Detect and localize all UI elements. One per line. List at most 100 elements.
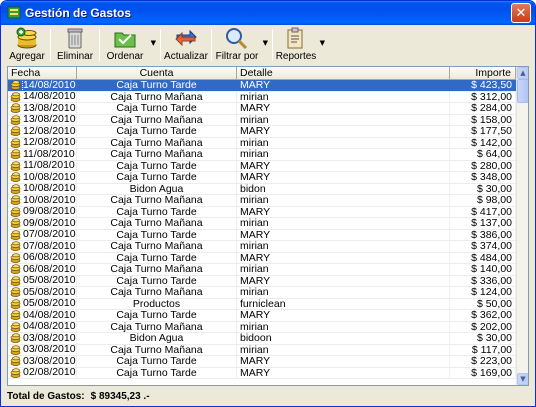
cell-cuenta: Caja Turno Tarde [77, 367, 237, 378]
table-row[interactable]: 05/08/2010 Productos furniclean $ 50,00 [8, 298, 516, 310]
cell-cuenta: Caja Turno Mañana [77, 218, 237, 229]
coins-icon [10, 345, 21, 355]
column-header-importe[interactable]: Importe [450, 67, 516, 80]
fecha-text: 10/08/2010 [23, 172, 76, 183]
cell-cuenta: Caja Turno Tarde [77, 103, 237, 114]
cell-importe: $ 202,00 [450, 321, 516, 332]
cell-importe: $ 30,00 [450, 333, 516, 344]
fecha-text: 11/08/2010 [23, 149, 75, 160]
grid-header: Fecha Cuenta Detalle Importe [8, 67, 516, 80]
filtrar-button[interactable]: Filtrar por ▼ [212, 26, 268, 64]
table-row[interactable]: 13/08/2010 Caja Turno Mañana mirian $ 158,0… [8, 114, 516, 126]
cell-fecha: 03/08/2010 [8, 356, 77, 367]
table-row[interactable]: 05/08/2010 Caja Turno Tarde MARY $ 336,00 [8, 275, 516, 287]
cell-importe: $ 98,00 [450, 195, 516, 206]
table-row[interactable]: 06/08/2010 Caja Turno Mañana mirian $ 140,0… [8, 264, 516, 276]
cell-fecha: 13/08/2010 [8, 114, 77, 125]
column-header-detalle[interactable]: Detalle [237, 67, 450, 80]
coins-icon [10, 184, 21, 194]
cell-fecha: 10/08/2010 [8, 183, 77, 194]
fecha-text: 14/08/2010 [22, 80, 76, 91]
cell-importe: $ 50,00 [450, 298, 516, 309]
ordenar-dropdown-icon[interactable]: ▼ [151, 39, 156, 47]
eliminar-button[interactable]: Eliminar [51, 26, 99, 64]
table-row[interactable]: 09/08/2010 Caja Turno Mañana mirian $ 137,0… [8, 218, 516, 230]
scroll-down-button[interactable]: ▼ [517, 373, 528, 385]
agregar-label: Agregar [9, 51, 45, 62]
table-row[interactable]: 11/08/2010 Caja Turno Mañana mirian $ 64,00 [8, 149, 516, 161]
table-row[interactable]: 11/08/2010 Caja Turno Tarde MARY $ 280,00 [8, 160, 516, 172]
table-row[interactable]: 02/08/2010 Caja Turno Tarde MARY $ 169,00 [8, 367, 516, 379]
table-row[interactable]: 10/08/2010 Bidon Agua bidon $ 30,00 [8, 183, 516, 195]
cell-fecha: 10/08/2010 [8, 195, 77, 206]
agregar-button[interactable]: Agregar [4, 26, 50, 64]
cell-importe: $ 117,00 [450, 344, 516, 355]
column-header-fecha[interactable]: Fecha [8, 67, 77, 80]
close-button[interactable]: ✕ [511, 3, 531, 23]
fecha-text: 05/08/2010 [23, 275, 76, 286]
cell-importe: $ 30,00 [450, 183, 516, 194]
table-row[interactable]: 10/08/2010 Caja Turno Mañana mirian $ 98,00 [8, 195, 516, 207]
coins-icon [10, 299, 21, 309]
cell-fecha: 09/08/2010 [8, 218, 77, 229]
actualizar-button[interactable]: Actualizar [161, 26, 211, 64]
coins-icon [10, 333, 21, 344]
table-row[interactable]: 12/08/2010 Caja Turno Mañana mirian $ 142,0… [8, 137, 516, 149]
cell-fecha: 09/08/2010 [8, 206, 77, 217]
cell-fecha: 11/08/2010 [8, 149, 77, 160]
cell-cuenta: Caja Turno Mañana [77, 241, 237, 252]
cell-fecha: 02/08/2010 [8, 367, 77, 378]
reportes-dropdown-icon[interactable]: ▼ [320, 39, 325, 47]
table-row[interactable]: 10/08/2010 Caja Turno Tarde MARY $ 348,00 [8, 172, 516, 184]
cell-detalle: MARY [237, 206, 450, 217]
table-row[interactable]: 14/08/2010 Caja Turno Mañana mirian $ 312,0… [8, 91, 516, 103]
cell-cuenta: Caja Turno Mañana [77, 344, 237, 355]
cell-importe: $ 374,00 [450, 241, 516, 252]
cell-importe: $ 348,00 [450, 172, 516, 183]
coins-icon [10, 149, 21, 160]
table-row[interactable]: 05/08/2010 Caja Turno Mañana mirian $ 124,0… [8, 287, 516, 299]
sort-folder-icon [114, 32, 136, 48]
vertical-scrollbar[interactable]: ▲ ▼ [516, 67, 528, 385]
title-bar[interactable]: Gestión de Gastos ✕ [1, 1, 535, 25]
magnifier-icon [226, 28, 248, 49]
table-row[interactable]: 07/08/2010 Caja Turno Tarde MARY $ 386,00 [8, 229, 516, 241]
table-row[interactable]: 03/08/2010 Bidon Agua bidoon $ 30,00 [8, 333, 516, 345]
cell-fecha: 04/08/2010 [8, 321, 77, 332]
cell-fecha: 12/08/2010 [8, 137, 77, 148]
expenses-grid[interactable]: Fecha Cuenta Detalle Importe 14/08/2010 C… [7, 66, 529, 386]
fecha-text: 06/08/2010 [23, 252, 76, 263]
scroll-up-button[interactable]: ▲ [517, 67, 528, 79]
cell-cuenta: Caja Turno Tarde [77, 252, 237, 263]
table-row[interactable]: 03/08/2010 Caja Turno Mañana mirian $ 117,0… [8, 344, 516, 356]
cell-detalle: mirian [237, 114, 450, 125]
table-row[interactable]: 12/08/2010 Caja Turno Tarde MARY $ 177,50 [8, 126, 516, 138]
coins-icon [10, 115, 21, 125]
table-row[interactable]: 04/08/2010 Caja Turno Mañana mirian $ 202,0… [8, 321, 516, 333]
coins-stack-icon [16, 27, 37, 49]
cell-importe: $ 142,00 [450, 137, 516, 148]
filtrar-dropdown-icon[interactable]: ▼ [263, 39, 268, 47]
table-row[interactable]: 06/08/2010 Caja Turno Tarde MARY $ 484,00 [8, 252, 516, 264]
table-row[interactable]: 07/08/2010 Caja Turno Mañana mirian $ 374,0… [8, 241, 516, 253]
reportes-button[interactable]: Reportes ▼ [273, 26, 325, 64]
cell-cuenta: Caja Turno Mañana [77, 264, 237, 275]
column-header-cuenta[interactable]: Cuenta [77, 67, 237, 80]
table-row[interactable]: 13/08/2010 Caja Turno Tarde MARY $ 284,00 [8, 103, 516, 115]
cell-fecha: 06/08/2010 [8, 264, 77, 275]
table-row[interactable]: 04/08/2010 Caja Turno Tarde MARY $ 362,00 [8, 310, 516, 322]
actualizar-label: Actualizar [164, 51, 208, 62]
table-row[interactable]: 03/08/2010 Caja Turno Tarde MARY $ 223,00 [8, 356, 516, 368]
coins-icon [10, 356, 21, 367]
table-row[interactable]: 09/08/2010 Caja Turno Tarde MARY $ 417,00 [8, 206, 516, 218]
cell-importe: $ 417,00 [450, 206, 516, 217]
cell-detalle: MARY [237, 172, 450, 183]
coins-icon [10, 276, 21, 286]
scroll-thumb[interactable] [517, 79, 528, 103]
table-row[interactable]: 14/08/2010 Caja Turno Tarde MARY $ 423,50 [8, 80, 516, 92]
toolbar: Agregar Eliminar Ordenar ▼ Actualizar Fi… [4, 26, 532, 64]
fecha-text: 11/08/2010 [23, 160, 75, 171]
cell-detalle: mirian [237, 91, 450, 102]
ordenar-button[interactable]: Ordenar ▼ [100, 26, 156, 64]
cell-detalle: mirian [237, 321, 450, 332]
